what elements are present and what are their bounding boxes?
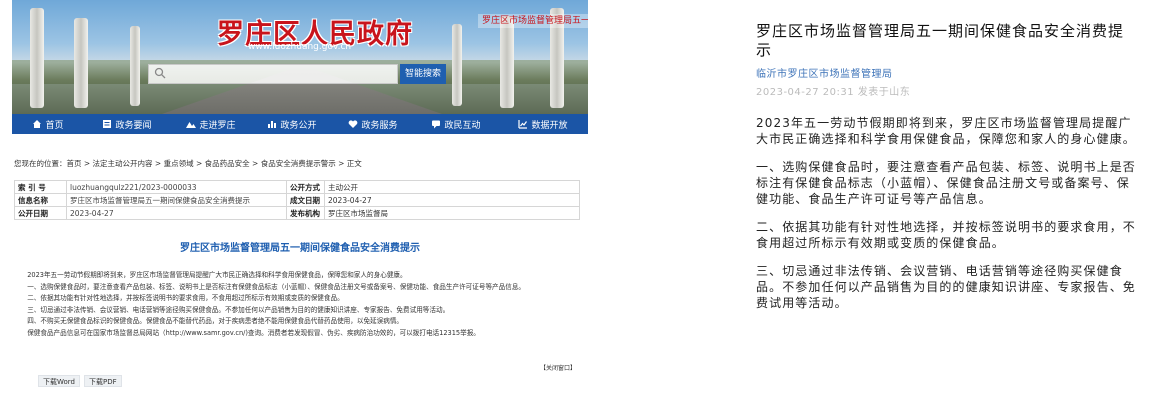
heart-icon <box>349 120 358 128</box>
table-row: 索 引 号 luozhuangqulz221/2023-0000033 公开方式… <box>14 180 580 194</box>
search-input[interactable] <box>148 64 398 84</box>
article-paragraph: 二、依据其功能有针对性地选择，并按标签说明书的要求食用，不食用超过所标示有效期或… <box>27 294 344 303</box>
nav-item-disclosure[interactable]: 政务公开 <box>252 114 332 134</box>
mobile-paragraph: 二、依据其功能有针对性地选择，并按标签说明书的要求食用，不食用超过所标示有效期或… <box>756 220 1136 250</box>
method-label: 公开方式 <box>286 180 325 194</box>
data-icon <box>518 120 528 129</box>
article-paragraph: 三、切忌通过非法传销、会议营销、电话营销等途径购买保健食品。不参加任何以产品销售… <box>27 305 450 314</box>
nav-label: 政务服务 <box>361 120 398 131</box>
nav-label: 政务公开 <box>280 120 317 131</box>
chat-icon <box>432 120 441 129</box>
index-label: 索 引 号 <box>14 180 67 194</box>
close-window-link[interactable]: 【关闭窗口】 <box>540 363 576 372</box>
info-table: 索 引 号 luozhuangqulz221/2023-0000033 公开方式… <box>14 180 580 220</box>
main-nav: 首页 政务要闻 走进罗庄 政务公开 政务服务 政民互动 数据开放 <box>12 114 588 134</box>
banner-pillar <box>130 26 140 106</box>
nav-label: 走进罗庄 <box>199 120 236 131</box>
home-icon <box>33 120 42 128</box>
table-row: 信息名称 罗庄区市场监督管理局五一期间保健食品安全消费提示 成文日期 2023-… <box>14 193 580 207</box>
nav-label: 政民互动 <box>444 120 481 131</box>
created-label: 成文日期 <box>286 193 325 207</box>
news-icon <box>103 120 112 128</box>
mobile-paragraph: 三、切忌通过非法传销、会议营销、电话营销等途径购买保健食品。不参加任何以产品销售… <box>756 264 1136 310</box>
nav-item-open-data[interactable]: 数据开放 <box>498 114 588 134</box>
site-banner: 罗庄区人民政府 www.luozhuang.gov.cn 罗庄区市场监督管理局五… <box>12 0 588 114</box>
banner-pillar <box>452 24 462 106</box>
article-paragraph: 保健食品产品信息可在国家市场监督总局网站（http://www.samr.gov… <box>27 328 480 337</box>
article-title: 罗庄区市场监督管理局五一期间保健食品安全消费提示 <box>180 243 420 254</box>
landscape-icon <box>186 122 197 128</box>
article-body: 2023年五一劳动节假期即将到来，罗庄区市场监督管理局提醒广大市民正确选择和科学… <box>14 270 580 340</box>
nav-item-home[interactable]: 首页 <box>12 114 84 134</box>
method-value: 主动公开 <box>324 180 580 194</box>
banner-article-tag: 罗庄区市场监督管理局五一 <box>478 14 588 28</box>
name-value: 罗庄区市场监督管理局五一期间保健食品安全消费提示 <box>66 193 287 207</box>
breadcrumb: 您现在的位置：首页 > 法定主动公开内容 > 重点领域 > 食品药品安全 > 食… <box>14 159 362 168</box>
chart-icon <box>268 121 277 128</box>
search-icon <box>154 67 166 79</box>
mobile-article-title: 罗庄区市场监督管理局五一期间保健食品安全消费提示 <box>756 22 1125 59</box>
download-word-button[interactable]: 下载Word <box>38 375 80 387</box>
nav-label: 数据开放 <box>531 120 568 131</box>
org-value: 罗庄区市场监督局 <box>324 206 580 220</box>
mobile-paragraph: 2023年五一劳动节假期即将到来，罗庄区市场监督管理局提醒广大市民正确选择和科学… <box>756 116 1136 146</box>
created-value: 2023-04-27 <box>324 193 580 207</box>
article-paragraph: 2023年五一劳动节假期即将到来，罗庄区市场监督管理局提醒广大市民正确选择和科学… <box>27 271 407 279</box>
table-row: 公开日期 2023-04-27 发布机构 罗庄区市场监督局 <box>14 206 580 220</box>
banner-pillar <box>74 18 88 108</box>
search-button[interactable]: 智能搜索 <box>400 64 446 84</box>
public-date-value: 2023-04-27 <box>66 206 287 220</box>
nav-label: 政务要闻 <box>115 120 152 131</box>
banner-pillar <box>500 16 514 108</box>
nav-item-news[interactable]: 政务要闻 <box>84 114 170 134</box>
public-date-label: 公开日期 <box>14 206 67 220</box>
mobile-paragraph: 一、选购保健食品时，要注意查看产品包装、标签、说明书上是否标注有保健食品标志（小… <box>756 160 1136 206</box>
banner-pillar <box>30 8 44 108</box>
gov-webpage: 罗庄区人民政府 www.luozhuang.gov.cn 罗庄区市场监督管理局五… <box>12 0 588 408</box>
download-pdf-button[interactable]: 下载PDF <box>84 375 122 387</box>
article-paragraph: 四、不购买无保健食品标识的保健食品。保健食品不能替代药品，对于疾病患者绝不能用保… <box>27 317 404 326</box>
nav-label: 首页 <box>45 120 64 131</box>
nav-item-about[interactable]: 走进罗庄 <box>170 114 252 134</box>
mobile-timestamp: 2023-04-27 20:31 发表于山东 <box>756 87 911 98</box>
nav-item-interaction[interactable]: 政民互动 <box>414 114 498 134</box>
site-url: www.luozhuang.gov.cn <box>248 42 352 52</box>
mobile-article: 罗庄区市场监督管理局五一期间保健食品安全消费提示 临沂市罗庄区市场监督管理局 2… <box>756 22 1136 311</box>
name-label: 信息名称 <box>14 193 67 207</box>
nav-item-services[interactable]: 政务服务 <box>332 114 414 134</box>
mobile-source-link[interactable]: 临沂市罗庄区市场监督管理局 <box>756 65 1136 80</box>
org-label: 发布机构 <box>286 206 325 220</box>
article-paragraph: 一、选购保健食品时，要注意查看产品包装、标签、说明书上是否标注有保健食品标志（小… <box>27 282 526 291</box>
index-value: luozhuangqulz221/2023-0000033 <box>66 180 287 194</box>
